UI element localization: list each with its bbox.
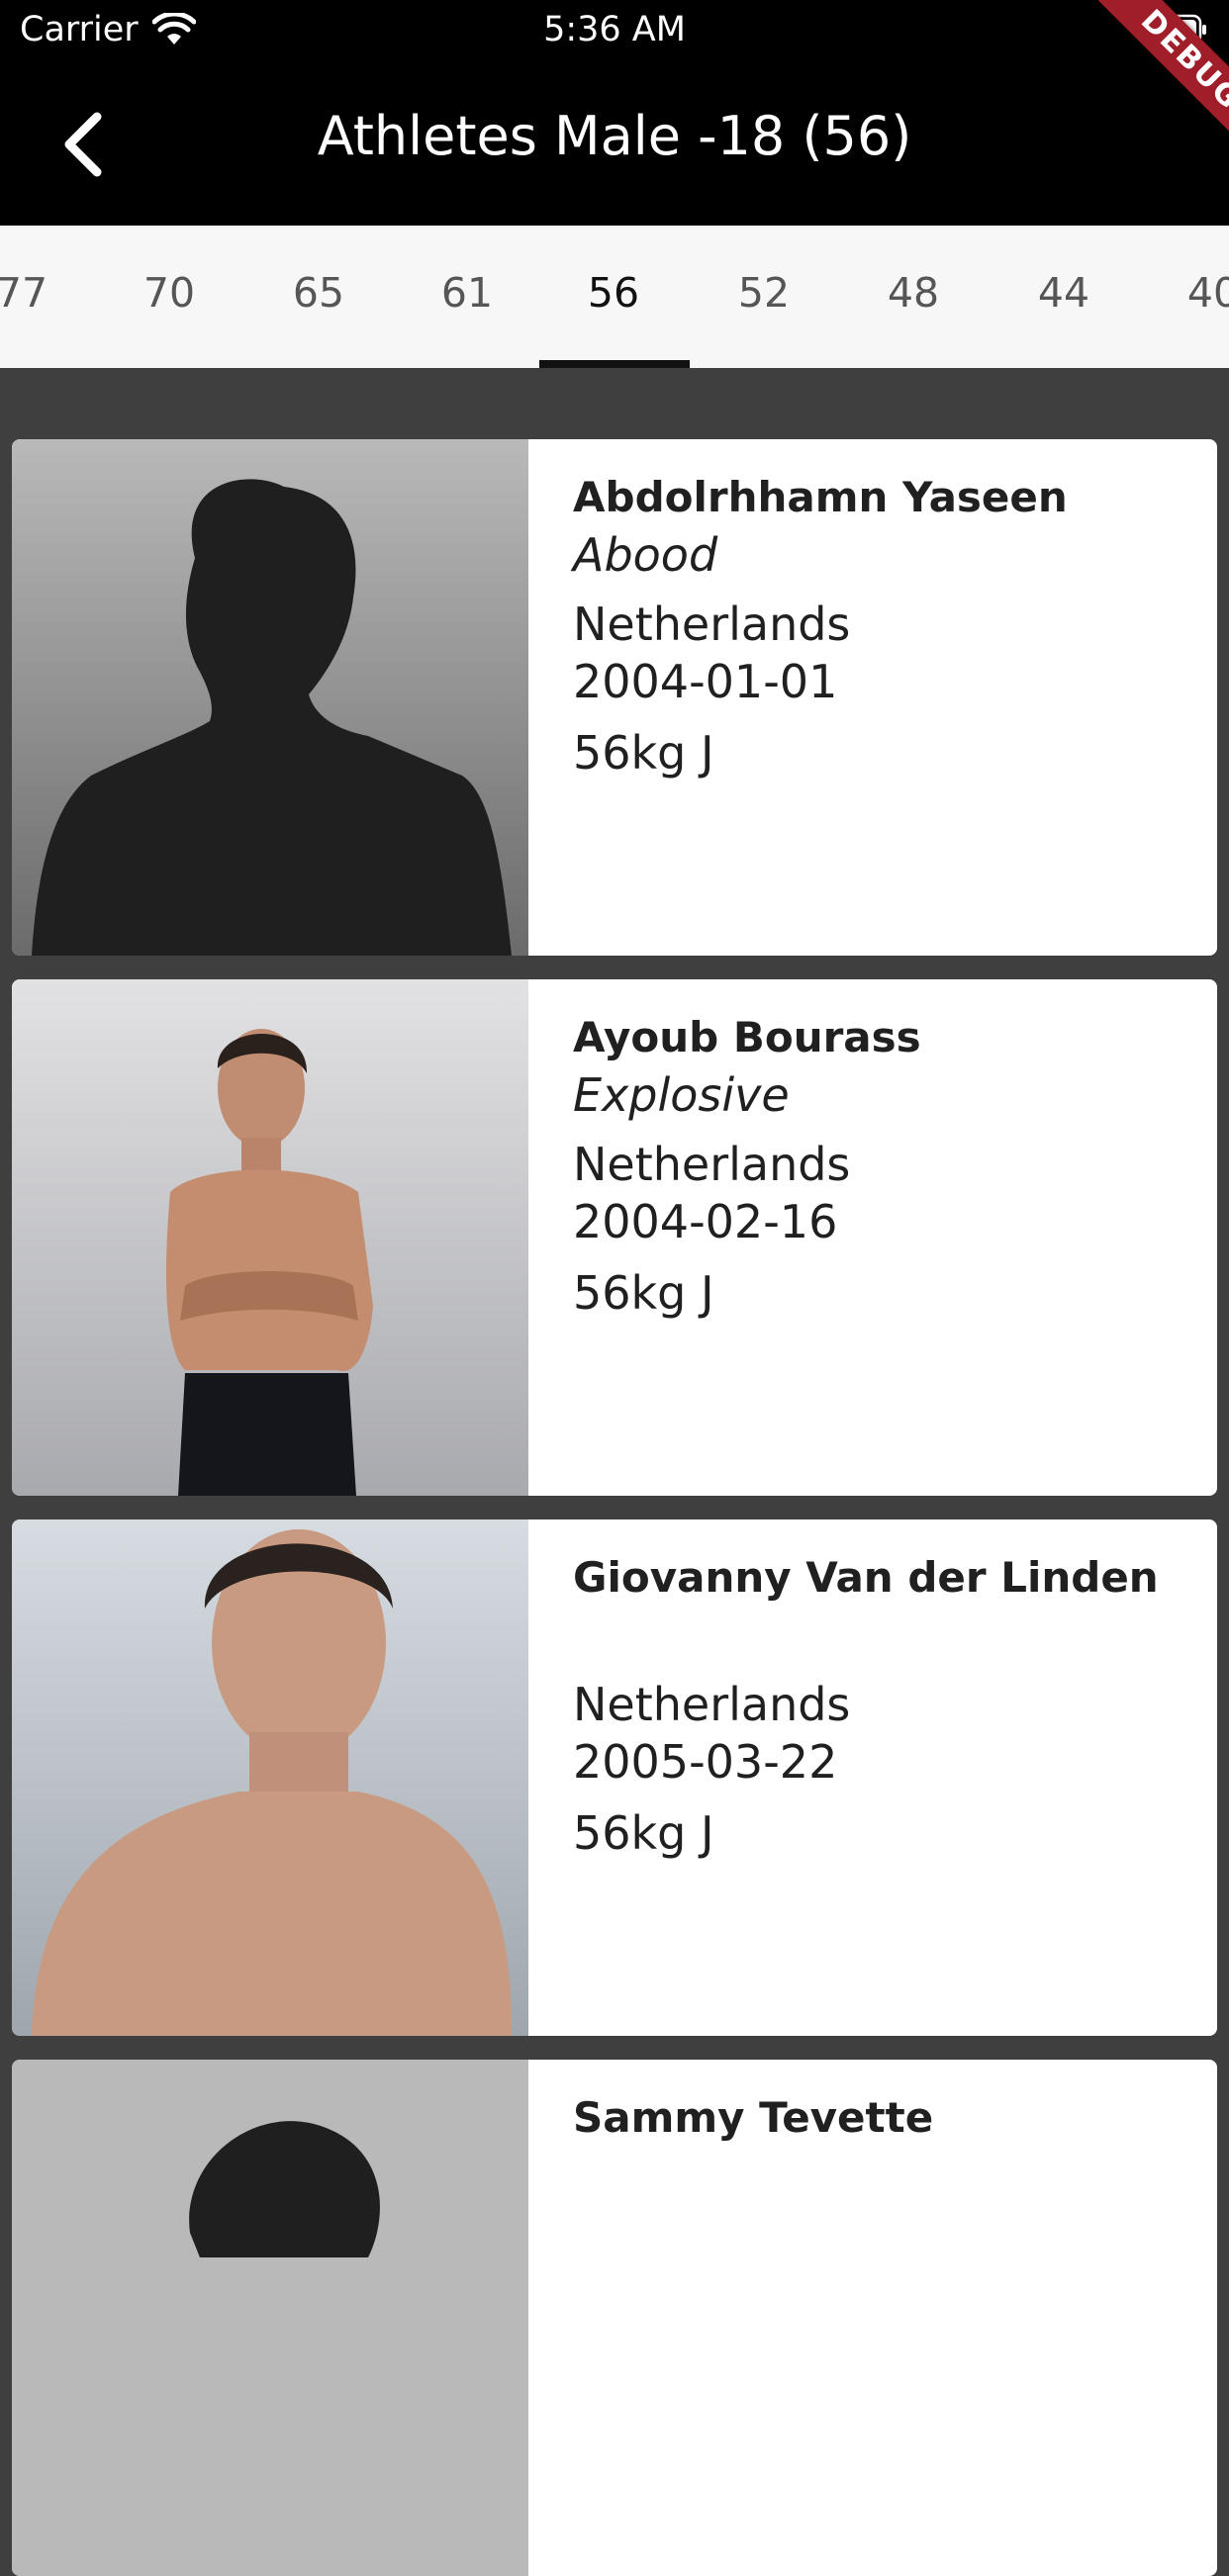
status-time: 5:36 AM — [543, 10, 686, 49]
athlete-name: Abdolrhhamn Yaseen — [573, 473, 1068, 521]
athlete-info: Ayoub Bourass Explosive Netherlands 2004… — [573, 1009, 1197, 1322]
tab-weight[interactable]: 77 — [0, 226, 86, 368]
athlete-nickname: Explosive — [573, 1068, 790, 1122]
athlete-dob: 2005-03-22 — [573, 1735, 838, 1789]
weight-tab-bar: 77 70 65 61 56 52 48 44 40 — [0, 226, 1229, 368]
app-bar: Carrier 5:36 AM DEBUG Athletes Male -18 … — [0, 0, 1229, 226]
athlete-dob: 2004-02-16 — [573, 1195, 838, 1248]
athlete-photo — [12, 1519, 528, 2036]
athlete-name: Giovanny Van der Linden — [573, 1553, 1159, 1602]
tab-weight-active[interactable]: 56 — [549, 226, 678, 368]
athlete-info: Giovanny Van der Linden Netherlands 2005… — [573, 1549, 1197, 1862]
tab-weight[interactable]: 48 — [849, 226, 978, 368]
athlete-nickname — [573, 1607, 1197, 1664]
active-tab-indicator — [539, 360, 690, 368]
tab-weight[interactable]: 40 — [1149, 226, 1229, 368]
athlete-card[interactable]: Ayoub Bourass Explosive Netherlands 2004… — [12, 979, 1217, 1496]
athlete-info: Sammy Tevette — [573, 2089, 1197, 2147]
athlete-photo-placeholder — [12, 439, 528, 956]
tab-weight[interactable]: 61 — [403, 226, 531, 368]
athlete-card[interactable]: Abdolrhhamn Yaseen Abood Netherlands 200… — [12, 439, 1217, 956]
athlete-weight-class: 56kg J — [573, 1266, 714, 1320]
athlete-photo-placeholder — [12, 2060, 528, 2576]
athlete-card[interactable]: Sammy Tevette — [12, 2060, 1217, 2576]
page-title: Athletes Male -18 (56) — [317, 105, 912, 167]
athlete-photo — [12, 979, 528, 1496]
athlete-card[interactable]: Giovanny Van der Linden Netherlands 2005… — [12, 1519, 1217, 2036]
athlete-name: Sammy Tevette — [573, 2093, 934, 2142]
athlete-dob: 2004-01-01 — [573, 655, 838, 708]
tab-weight[interactable]: 65 — [254, 226, 383, 368]
athlete-nickname: Abood — [573, 528, 718, 582]
athlete-country: Netherlands — [573, 598, 851, 651]
tab-weight[interactable]: 70 — [105, 226, 234, 368]
athlete-country: Netherlands — [573, 1138, 851, 1191]
athlete-country: Netherlands — [573, 1678, 851, 1731]
tab-weight[interactable]: 52 — [700, 226, 828, 368]
athlete-weight-class: 56kg J — [573, 1806, 714, 1860]
athlete-info: Abdolrhhamn Yaseen Abood Netherlands 200… — [573, 469, 1197, 782]
tab-weight[interactable]: 44 — [999, 226, 1128, 368]
athlete-name: Ayoub Bourass — [573, 1013, 921, 1061]
athlete-weight-class: 56kg J — [573, 726, 714, 780]
